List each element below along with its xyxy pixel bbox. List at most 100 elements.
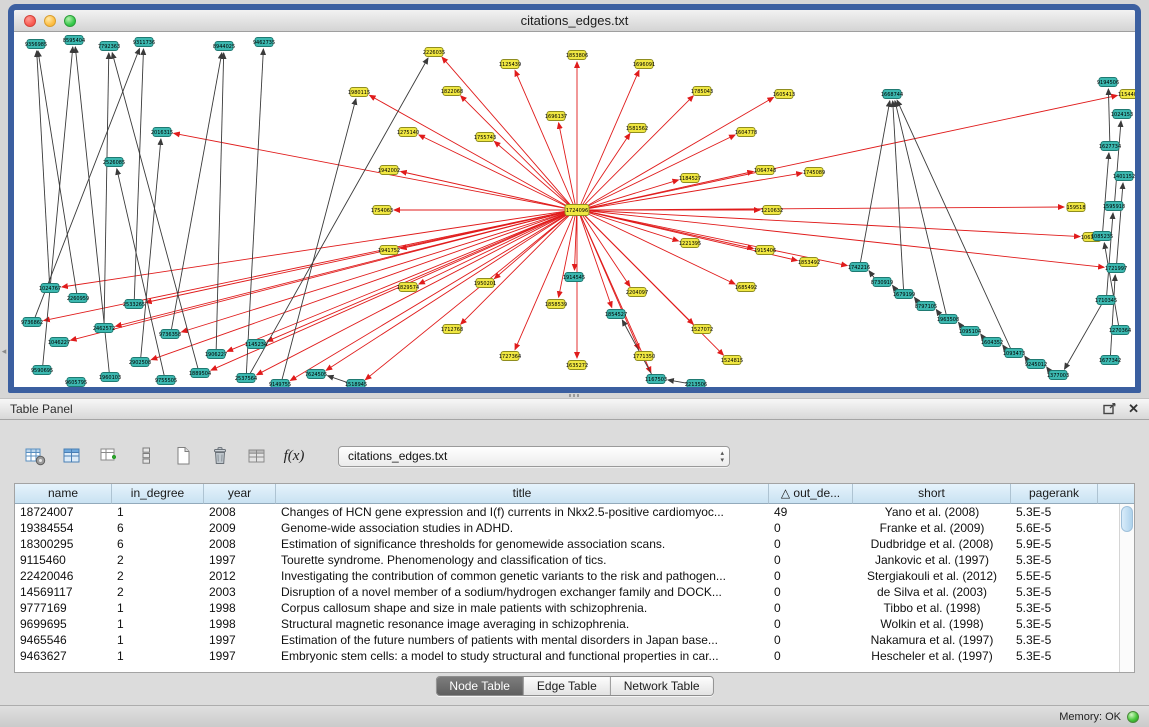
graph-node[interactable]: 1915406 <box>754 246 776 255</box>
graph-node[interactable]: 1745089 <box>803 168 825 177</box>
graph-node[interactable]: 9194506 <box>1097 78 1119 87</box>
graph-node[interactable]: 1685492 <box>735 283 757 292</box>
graph-edge[interactable] <box>1107 213 1113 295</box>
graph-node[interactable]: 2260959 <box>67 294 89 303</box>
graph-edge[interactable] <box>365 213 570 380</box>
graph-node[interactable]: 1627734 <box>1099 142 1121 151</box>
graph-node[interactable]: 1906227 <box>205 350 227 359</box>
delete-trash-icon[interactable] <box>207 444 233 468</box>
graph-node[interactable]: 1221395 <box>679 239 701 248</box>
graph-node[interactable]: 1125439 <box>499 60 521 69</box>
graph-edge[interactable] <box>146 211 570 303</box>
table-row[interactable]: 946362711997Embryonic stem cells: a mode… <box>15 648 1134 664</box>
table-row[interactable]: 1872400712008Changes of HCN gene express… <box>15 504 1134 520</box>
graph-edge[interactable] <box>585 180 679 209</box>
graph-edge[interactable] <box>141 139 161 357</box>
graph-edge[interactable] <box>246 49 263 373</box>
graph-edge[interactable] <box>134 49 143 299</box>
graph-node[interactable]: 1710345 <box>1095 296 1117 305</box>
graph-node[interactable]: 1085235 <box>1091 232 1113 241</box>
graph-node[interactable]: 1167503 <box>645 375 667 384</box>
graph-node[interactable]: 2902508 <box>129 358 151 367</box>
graph-node[interactable]: 9736358 <box>159 330 181 339</box>
graph-node[interactable]: 1635272 <box>566 361 588 370</box>
graph-node[interactable]: 1668744 <box>881 90 903 99</box>
graph-node[interactable]: 1270364 <box>1109 326 1131 335</box>
table-row[interactable]: 2242004622012Investigating the contribut… <box>15 568 1134 584</box>
graph-edge[interactable] <box>580 215 612 308</box>
graph-node[interactable]: 1095104 <box>959 327 981 336</box>
graph-edge[interactable] <box>37 51 50 283</box>
graph-node[interactable]: 1604778 <box>735 128 757 137</box>
table-row[interactable]: 911546021997Tourette syndrome. Phenomeno… <box>15 552 1134 568</box>
graph-edge[interactable] <box>282 99 356 379</box>
graph-node[interactable]: 9590695 <box>31 366 53 375</box>
minimize-window-button[interactable] <box>44 15 56 27</box>
graph-node[interactable]: 2526085 <box>103 158 125 167</box>
graph-node[interactable]: 1527072 <box>691 325 713 334</box>
graph-edge[interactable] <box>290 213 570 381</box>
table-row[interactable]: 1830029562008Estimation of significance … <box>15 536 1134 552</box>
graph-node[interactable]: 1145234 <box>245 340 267 349</box>
graph-node[interactable]: 1275140 <box>397 128 419 137</box>
graph-node[interactable]: 8797105 <box>915 302 937 311</box>
column-header-in_degree[interactable]: in_degree <box>112 484 204 504</box>
column-header-name[interactable]: name <box>15 484 112 504</box>
graph-node[interactable]: 1581562 <box>626 124 648 133</box>
graph-edge[interactable] <box>583 96 694 207</box>
graph-node[interactable]: 8730919 <box>871 278 893 287</box>
graph-node[interactable]: 7792363 <box>98 42 120 51</box>
table-row[interactable]: 1938455462009Genome-wide association stu… <box>15 520 1134 536</box>
graph-edge[interactable] <box>585 210 1080 236</box>
graph-edge[interactable] <box>585 207 1064 210</box>
graph-node[interactable]: 2462572 <box>93 324 115 333</box>
row-list-icon[interactable] <box>133 444 159 468</box>
column-header-title[interactable]: title <box>276 484 769 504</box>
graph-node[interactable]: 1785043 <box>691 87 713 96</box>
graph-node[interactable]: 1696137 <box>545 112 567 121</box>
zoom-window-button[interactable] <box>64 15 76 27</box>
graph-node[interactable]: 9356985 <box>25 40 47 49</box>
panel-collapse-arrow-icon[interactable]: ◂ <box>0 346 8 357</box>
import-table-icon[interactable] <box>96 444 122 468</box>
column-header-year[interactable]: year <box>204 484 276 504</box>
graph-node[interactable]: 9311736 <box>133 38 155 47</box>
graph-node[interactable]: 1755743 <box>474 133 496 142</box>
graph-node[interactable]: 1677342 <box>1099 356 1121 365</box>
graph-edge[interactable] <box>897 100 1011 348</box>
graph-node[interactable]: 1858539 <box>545 300 567 309</box>
graph-node[interactable]: 1604352 <box>981 338 1003 347</box>
graph-edge[interactable] <box>370 95 570 207</box>
graph-node[interactable]: 1822068 <box>441 87 463 96</box>
tab-network-table[interactable]: Network Table <box>610 677 713 695</box>
graph-node[interactable]: 1024153 <box>1111 110 1133 119</box>
graph-edge[interactable] <box>585 95 1118 209</box>
graph-edge[interactable] <box>1065 304 1102 369</box>
column-header-short[interactable]: short <box>853 484 1011 504</box>
graph-node[interactable]: 9736862 <box>21 318 43 327</box>
graph-node[interactable]: 1024767 <box>39 284 61 293</box>
graph-edge[interactable] <box>112 53 198 369</box>
graph-edge[interactable] <box>585 211 1104 268</box>
column-header-out_degree[interactable]: △ out_de... <box>769 484 853 504</box>
table-source-dropdown[interactable]: citations_edges.txt ▴▾ <box>338 446 730 467</box>
network-canvas[interactable]: 1724096185380616960911785043160477810647… <box>14 32 1135 387</box>
graph-edge[interactable] <box>622 320 652 375</box>
graph-edge[interactable] <box>1117 183 1123 263</box>
graph-edge[interactable] <box>117 169 164 375</box>
graph-node[interactable]: 2226035 <box>423 48 445 57</box>
graph-node[interactable]: 1914545 <box>563 273 585 282</box>
tab-node-table[interactable]: Node Table <box>436 677 523 695</box>
graph-node[interactable]: 1754063 <box>371 206 393 215</box>
graph-node[interactable]: 2537564 <box>235 374 257 383</box>
table-row[interactable]: 977716911998Corpus callosum shape and si… <box>15 600 1134 616</box>
graph-node[interactable]: 1963508 <box>937 315 959 324</box>
graph-node[interactable]: 1721997 <box>1105 264 1127 273</box>
graph-edge[interactable] <box>401 172 570 210</box>
graph-node[interactable]: 1942002 <box>378 166 400 175</box>
graph-node[interactable]: 1712768 <box>441 325 463 334</box>
new-file-icon[interactable] <box>170 444 196 468</box>
graph-node[interactable]: 1853492 <box>798 258 820 267</box>
graph-edge[interactable] <box>1111 275 1116 355</box>
table-row[interactable]: 969969511998Structural magnetic resonanc… <box>15 616 1134 632</box>
